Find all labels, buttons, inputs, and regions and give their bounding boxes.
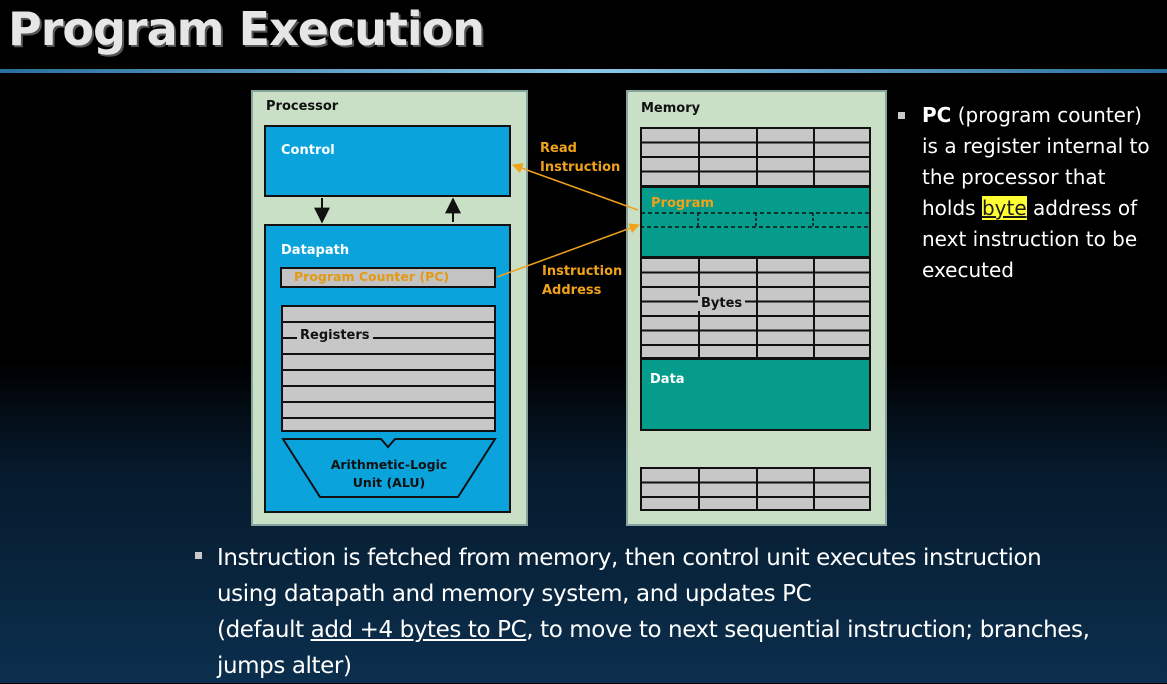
side-line4-pre: holds [922, 196, 982, 220]
bottom-line1: Instruction is fetched from memory, then… [217, 545, 1042, 571]
processor-label: Processor [266, 99, 339, 114]
bottom-line3-pre: (default [217, 617, 311, 643]
memory-cells-middle [640, 257, 871, 359]
control-label: Control [281, 143, 335, 158]
read-label-line1: Read [540, 141, 577, 156]
side-line1: (program counter) [951, 103, 1142, 127]
datapath-label: Datapath [281, 243, 350, 258]
data-label: Data [650, 372, 685, 387]
register-file [281, 305, 496, 432]
side-line3: the processor that [922, 165, 1106, 189]
address-label-line2: Address [542, 283, 602, 298]
side-line5: next instruction to be [922, 227, 1138, 251]
program-counter: Program Counter (PC) [280, 267, 496, 288]
registers-label: Registers [297, 328, 373, 343]
bottom-line4: jumps alter) [217, 653, 352, 679]
alu-label-line1: Arithmetic-Logic [330, 457, 448, 472]
side-line6: executed [922, 258, 1014, 282]
bytes-label: Bytes [698, 296, 746, 311]
alu-label: Arithmetic-Logic Unit (ALU) [314, 456, 464, 492]
memory-cells-top [640, 127, 871, 187]
address-label-line1: Instruction [542, 264, 623, 279]
add-four-underline: add +4 bytes to PC [310, 617, 527, 643]
alu-label-line2: Unit (ALU) [352, 475, 426, 490]
data-region: Data [640, 358, 871, 431]
read-instruction-label: Read Instruction [540, 139, 620, 177]
program-region: Program [640, 186, 871, 258]
bottom-line2: using datapath and memory system, and up… [217, 581, 812, 607]
memory-cells-bottom [640, 467, 871, 511]
side-bullet-marker [898, 112, 905, 119]
memory-label: Memory [641, 101, 701, 116]
side-bullet-text: PC (program counter) is a register inter… [922, 100, 1167, 286]
read-label-line2: Instruction [540, 160, 621, 175]
instruction-address-label: Instruction Address [542, 262, 622, 300]
bottom-bullet-text: Instruction is fetched from memory, then… [217, 540, 1162, 684]
byte-highlight: byte [981, 196, 1027, 220]
side-line2: is a register internal to [922, 134, 1150, 158]
pc-term: PC [922, 103, 952, 127]
control-unit: Control [264, 125, 511, 197]
slide-title: Program Execution [8, 2, 485, 56]
bottom-bullet-marker [195, 552, 202, 559]
bottom-line3-post: , to move to next sequential instruction… [526, 617, 1090, 643]
title-divider [0, 69, 1167, 73]
side-line4-post: address of [1026, 196, 1138, 220]
program-label: Program [651, 196, 714, 211]
